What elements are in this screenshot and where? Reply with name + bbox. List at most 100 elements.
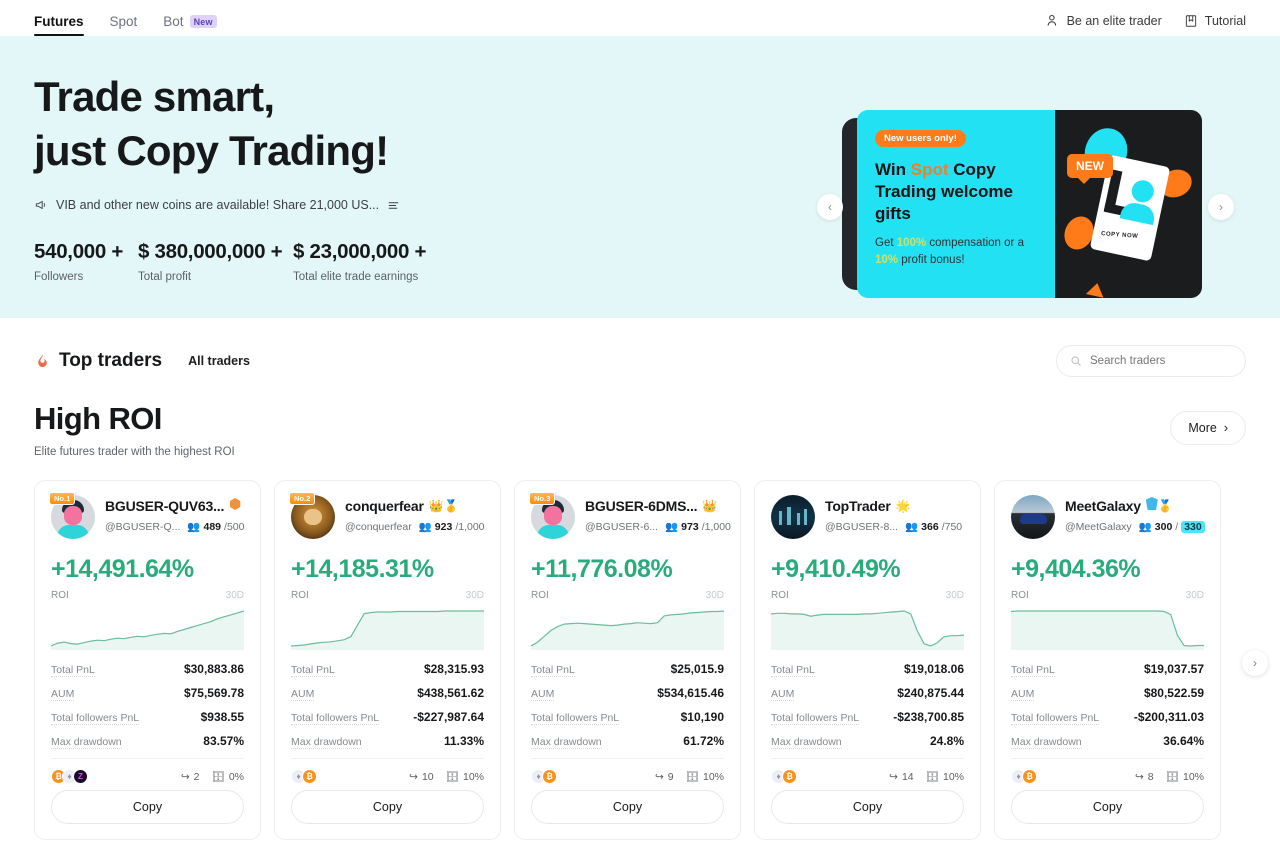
roi-label: ROI <box>1011 590 1029 601</box>
trader-meta-row: @BGUSER-Q... 👥 489/500 <box>105 520 244 534</box>
copy-button[interactable]: Copy <box>771 790 964 824</box>
trader-roi-meta: ROI 30D <box>1011 590 1204 601</box>
share-icon: ↪ <box>409 770 418 783</box>
nav-right-actions: Be an elite trader Tutorial <box>1045 13 1246 36</box>
promo-heading: Win Spot Copy Trading welcome gifts <box>875 159 1040 225</box>
stat-elite-earnings-label: Total elite trade earnings <box>293 271 419 283</box>
share-icon: ↪ <box>889 770 898 783</box>
page-title: High ROI <box>34 401 162 436</box>
trader-card-4[interactable]: TopTrader 🌟 @BGUSER-8... 👥 366/750 +9,410… <box>754 480 981 840</box>
followers-pnl-value: $10,190 <box>680 710 724 724</box>
max-drawdown-value: 36.64% <box>1163 734 1204 748</box>
followers-pnl-label: Total followers PnL <box>51 712 140 725</box>
cards-next-button[interactable]: › <box>1242 650 1268 676</box>
trader-card-1[interactable]: No.1 BGUSER-QUV63... @BGUSER-Q... 👥 489/5… <box>34 480 261 840</box>
promo-card-left: New users only! Win Spot Copy Trading we… <box>857 110 1055 298</box>
tutorial-label: Tutorial <box>1204 13 1246 28</box>
trader-followers: 👥 923/1,000 <box>418 520 485 534</box>
followers-pnl-label: Total followers PnL <box>771 712 860 725</box>
tutorial-link[interactable]: Tutorial <box>1184 14 1246 28</box>
coin-stack-icon: 🗄 <box>685 771 699 783</box>
trader-handle: @BGUSER-6... <box>585 520 659 533</box>
book-icon <box>1184 14 1198 28</box>
share-icon: ↪ <box>180 770 190 783</box>
copy-button[interactable]: Copy <box>1011 790 1204 824</box>
followers-icon: 👥 <box>418 521 432 533</box>
trades-count: ↪ 9 <box>654 770 674 783</box>
megaphone-icon <box>34 198 48 212</box>
fee-rate: 🗄 0% <box>211 770 244 784</box>
trader-badges: 🥇 <box>1145 497 1173 515</box>
user-icon <box>1045 13 1060 28</box>
hero-banner: Trade smart, just Copy Trading! VIB and … <box>0 36 1280 318</box>
copy-button[interactable]: Copy <box>51 790 244 824</box>
coin-stack-icon: 🗄 <box>925 771 939 783</box>
trader-handle: @MeetGalaxy <box>1065 520 1132 533</box>
total-pnl-label: Total PnL <box>1011 664 1055 677</box>
stat-row-followers-pnl: Total followers PnL $938.55 <box>51 710 244 725</box>
trader-name-row: TopTrader 🌟 <box>825 497 964 515</box>
tab-bot[interactable]: Bot New <box>163 14 217 36</box>
stat-row-followers-pnl: Total followers PnL $10,190 <box>531 710 724 725</box>
fee-rate: 🗄 10% <box>1165 770 1204 784</box>
trader-name: MeetGalaxy <box>1065 498 1141 514</box>
stat-total-profit: $ 380,000,000 + Total profit <box>138 240 293 283</box>
aum-value: $438,561.62 <box>417 686 484 700</box>
chevron-right-icon: › <box>1219 200 1223 214</box>
trader-footer-meta: ♦ ₿ ↪ 10 🗄 10% <box>291 758 484 784</box>
promo-heading-pre: Win <box>875 160 911 179</box>
followers-pnl-value: -$200,311.03 <box>1133 710 1204 724</box>
trader-stats: Total PnL $28,315.93 AUM $438,561.62 Tot… <box>291 662 484 749</box>
fee-rate: 🗄 10% <box>925 770 964 784</box>
promo-tag: New users only! <box>875 130 966 147</box>
copy-button[interactable]: Copy <box>291 790 484 824</box>
trader-card-3[interactable]: No.3 BGUSER-6DMS... 👑 @BGUSER-6... 👥 973/… <box>514 480 741 840</box>
phone-avatar-body <box>1119 200 1157 226</box>
trader-roi-value: +9,404.36% <box>1011 555 1141 583</box>
copy-button[interactable]: Copy <box>531 790 724 824</box>
stat-total-profit-label: Total profit <box>138 271 192 283</box>
carousel-next-button[interactable]: › <box>1208 194 1234 220</box>
trader-name: TopTrader <box>825 498 891 514</box>
promo-card[interactable]: New users only! Win Spot Copy Trading we… <box>857 110 1202 298</box>
trader-card-5[interactable]: MeetGalaxy 🥇 @MeetGalaxy 👥 300 / 330 +9,4… <box>994 480 1221 840</box>
zen-icon: Z <box>73 769 88 784</box>
max-drawdown-value: 61.72% <box>683 734 724 748</box>
trades-count: ↪ 8 <box>1134 770 1154 783</box>
search-traders-box[interactable] <box>1056 345 1246 377</box>
tab-spot-label: Spot <box>109 14 138 29</box>
be-an-elite-trader-link[interactable]: Be an elite trader <box>1045 13 1162 28</box>
tab-futures[interactable]: Futures <box>34 14 84 36</box>
trader-followers: 👥 366/750 <box>905 520 963 534</box>
search-input[interactable] <box>1090 355 1232 367</box>
trader-card-header: No.2 conquerfear 👑🥇 @conquerfear 👥 923/1,… <box>289 492 485 539</box>
fee-rate: 🗄 10% <box>685 770 724 784</box>
trader-card-2[interactable]: No.2 conquerfear 👑🥇 @conquerfear 👥 923/1,… <box>274 480 501 840</box>
followers-pnl-value: $938.55 <box>200 710 244 724</box>
max-drawdown-label: Max drawdown <box>51 736 122 749</box>
trader-meta-row: @BGUSER-6... 👥 973/1,000 <box>585 520 731 534</box>
page-subtitle: Elite futures trader with the highest RO… <box>34 446 235 458</box>
trader-followers: 👥 973/1,000 <box>665 520 731 534</box>
trader-handle: @BGUSER-8... <box>825 520 899 533</box>
trader-name-row: BGUSER-6DMS... 👑 <box>585 497 724 515</box>
roi-sparkline-chart <box>771 603 964 650</box>
promo-subtext: Get 100% compensation or a 10% profit bo… <box>875 235 1045 269</box>
aum-value: $80,522.59 <box>1143 686 1204 700</box>
cursor-arrow-icon <box>1085 281 1107 298</box>
fire-icon <box>34 353 51 370</box>
max-drawdown-label: Max drawdown <box>771 736 842 749</box>
list-icon[interactable] <box>387 199 400 212</box>
trader-roi-value: +14,491.64% <box>51 555 194 583</box>
btc-icon: ₿ <box>782 769 797 784</box>
tab-spot[interactable]: Spot <box>110 14 138 36</box>
top-navigation: Futures Spot Bot New Be an elite trader <box>0 0 1280 36</box>
shield-icon <box>1145 497 1158 510</box>
total-pnl-label: Total PnL <box>771 664 815 677</box>
stat-row-total-pnl: Total PnL $19,018.06 <box>771 662 964 677</box>
carousel-prev-button[interactable]: ‹ <box>817 194 843 220</box>
more-button[interactable]: More › <box>1170 411 1246 445</box>
trader-badges <box>229 497 241 515</box>
all-traders-link[interactable]: All traders <box>188 354 250 368</box>
stat-row-total-pnl: Total PnL $25,015.9 <box>531 662 724 677</box>
